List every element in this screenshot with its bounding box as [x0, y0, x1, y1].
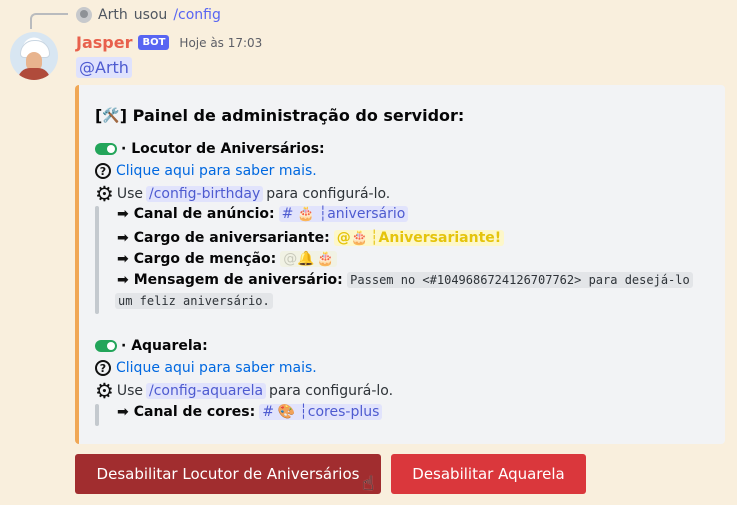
watercolor-heading: · Aquarela: — [95, 338, 208, 354]
birthday-quote-bar — [95, 206, 99, 314]
watercolor-help-link[interactable]: Clique aqui para saber mais. — [116, 360, 317, 376]
disable-watercolor-button[interactable]: Desabilitar Aquarela — [391, 454, 586, 494]
arrow-right-icon: ➡ — [117, 206, 129, 222]
birthday-heading: · Locutor de Aniversários: — [95, 141, 325, 157]
announce-channel-row: ➡ Canal de anúncio: # 🎂 ┆aniversário — [117, 206, 409, 222]
mention-role[interactable]: @🔔 🎂 — [280, 251, 338, 267]
arrow-right-icon: ➡ — [117, 272, 129, 288]
reply-connector — [30, 13, 68, 29]
reply-avatar — [76, 7, 92, 23]
birthday-use: ⚙ Use /config-birthday para configurá-lo… — [95, 182, 391, 206]
cake-icon: 🎂 — [316, 251, 335, 267]
arrow-right-icon: ➡ — [117, 230, 129, 246]
embed: [🛠️] Painel de administração do servidor… — [75, 85, 725, 444]
reply-verb: usou — [133, 7, 168, 23]
tools-icon: 🛠️ — [102, 107, 120, 124]
toggle-on-icon — [95, 143, 117, 155]
message-header: Jasper BOT Hoje às 17:03 — [76, 33, 262, 52]
toggle-on-icon — [95, 340, 117, 352]
arrow-right-icon: ➡ — [117, 404, 129, 420]
gear-icon: ⚙ — [95, 182, 114, 206]
disable-birthday-button[interactable]: Desabilitar Locutor de Aniversários — [75, 454, 381, 494]
palette-icon: 🎨 — [277, 404, 296, 420]
arrow-right-icon: ➡ — [117, 251, 129, 267]
user-mention[interactable]: @Arth — [76, 57, 132, 78]
birthday-help: ? Clique aqui para saber mais. — [95, 163, 317, 179]
birthday-message-code: Passem no <#1049686724126707762> para de… — [347, 272, 693, 288]
avatar[interactable] — [10, 32, 58, 80]
colors-channel[interactable]: # 🎨 ┆cores-plus — [259, 404, 383, 420]
question-circle-icon: ? — [95, 360, 111, 376]
watercolor-help: ? Clique aqui para saber mais. — [95, 360, 317, 376]
birthday-message-code-cont: um feliz aniversário. — [115, 293, 273, 309]
birthday-message-row-2: um feliz aniversário. — [115, 293, 273, 309]
birthday-role[interactable]: @🎂 ┆Aniversariante! — [333, 230, 505, 246]
birthday-help-link[interactable]: Clique aqui para saber mais. — [116, 163, 317, 179]
announce-channel[interactable]: # 🎂 ┆aniversário — [278, 206, 409, 222]
mention-role-row: ➡ Cargo de menção: @🔔 🎂 — [117, 251, 338, 267]
author-name[interactable]: Jasper — [76, 33, 132, 52]
reply-command[interactable]: /config — [173, 7, 221, 23]
watercolor-use: ⚙ Use /config-aquarela para configurá-lo… — [95, 379, 394, 403]
birthday-role-row: ➡ Cargo de aniversariante: @🎂 ┆Aniversar… — [117, 230, 505, 246]
embed-title: [🛠️] Painel de administração do servidor… — [95, 106, 465, 125]
question-circle-icon: ? — [95, 163, 111, 179]
watercolor-quote-bar — [95, 404, 99, 426]
watercolor-command[interactable]: /config-aquarela — [145, 383, 267, 399]
gear-icon: ⚙ — [95, 379, 114, 403]
colors-channel-row: ➡ Canal de cores: # 🎨 ┆cores-plus — [117, 404, 383, 420]
bot-tag: BOT — [138, 35, 170, 50]
reply-context[interactable]: Arth usou /config — [76, 5, 221, 25]
cake-icon: 🎂 — [297, 206, 315, 222]
reply-user[interactable]: Arth — [98, 7, 128, 23]
hand-pointer-icon: ☝ — [362, 471, 375, 495]
birthday-command[interactable]: /config-birthday — [145, 186, 264, 202]
timestamp: Hoje às 17:03 — [179, 35, 263, 50]
birthday-message-row: ➡ Mensagem de aniversário: Passem no <#1… — [117, 272, 693, 288]
